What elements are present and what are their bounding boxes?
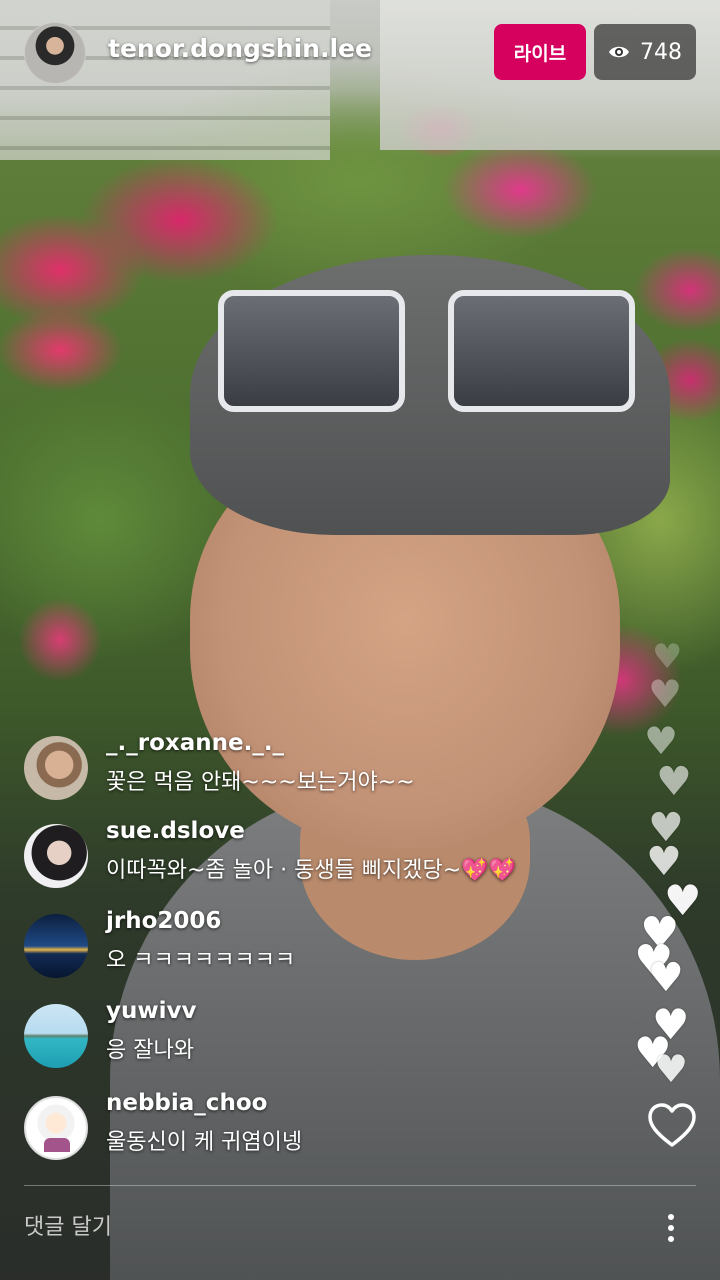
comment-text: 이따꼭와~좀 놀아 · 동생들 삐지겠당~💖💖 (106, 858, 516, 883)
comment-item: nebbia_choo 울동신이 케 귀염이넹 (24, 1090, 624, 1170)
comment-item: sue.dslove 이따꼭와~좀 놀아 · 동생들 삐지겠당~💖💖 (24, 818, 624, 898)
commenter-avatar[interactable] (24, 1096, 88, 1160)
comment-text: 꽃은 먹음 안돼~~~보는거야~~ (106, 770, 415, 795)
heart-icon: ♥ (648, 955, 684, 1001)
commenter-avatar[interactable] (24, 824, 88, 888)
comment-item: yuwivv 응 잘나와 (24, 998, 624, 1078)
comment-text: 오 ㅋㅋㅋㅋㅋㅋㅋㅋ (106, 948, 296, 973)
heart-icon: ♥ (656, 759, 692, 805)
sunglasses-lens (448, 290, 635, 412)
commenter-avatar[interactable] (24, 1004, 88, 1068)
commenter-username[interactable]: nebbia_choo (106, 1090, 267, 1116)
viewer-count: 748 (640, 39, 682, 65)
commenter-avatar[interactable] (24, 914, 88, 978)
comment-text: 응 잘나와 (106, 1038, 194, 1063)
like-button[interactable] (646, 1100, 698, 1152)
heart-icon: ♥ (644, 719, 679, 763)
viewer-count-badge[interactable]: 748 (594, 24, 696, 80)
live-video-feed[interactable] (0, 0, 720, 1280)
commenter-username[interactable]: jrho2006 (106, 908, 221, 934)
host-username[interactable]: tenor.dongshin.lee (108, 34, 372, 63)
comment-item: jrho2006 오 ㅋㅋㅋㅋㅋㅋㅋㅋ (24, 908, 624, 988)
live-stream-screen: tenor.dongshin.lee 라이브 748 _._roxanne._.… (0, 0, 720, 1280)
comment-text: 울동신이 케 귀염이넹 (106, 1130, 303, 1155)
heart-icon: ♥ (652, 637, 683, 677)
heart-outline-icon (648, 1103, 696, 1147)
commenter-username[interactable]: sue.dslove (106, 818, 245, 844)
host-avatar[interactable] (24, 22, 86, 84)
comment-item: _._roxanne._._ 꽃은 먹음 안돼~~~보는거야~~ (24, 730, 624, 810)
eye-icon (608, 44, 630, 60)
live-badge: 라이브 (494, 24, 586, 80)
more-vertical-icon[interactable] (656, 1206, 686, 1250)
commenter-username[interactable]: yuwivv (106, 998, 196, 1024)
heart-icon: ♥ (654, 1047, 689, 1091)
heart-icon: ♥ (648, 672, 683, 716)
commenter-username[interactable]: _._roxanne._._ (106, 730, 284, 756)
streamer-sunglasses (218, 280, 638, 420)
sunglasses-lens (218, 290, 405, 412)
comment-input[interactable]: 댓글 달기 (24, 1206, 584, 1250)
commenter-avatar[interactable] (24, 736, 88, 800)
composer-divider (24, 1185, 696, 1186)
